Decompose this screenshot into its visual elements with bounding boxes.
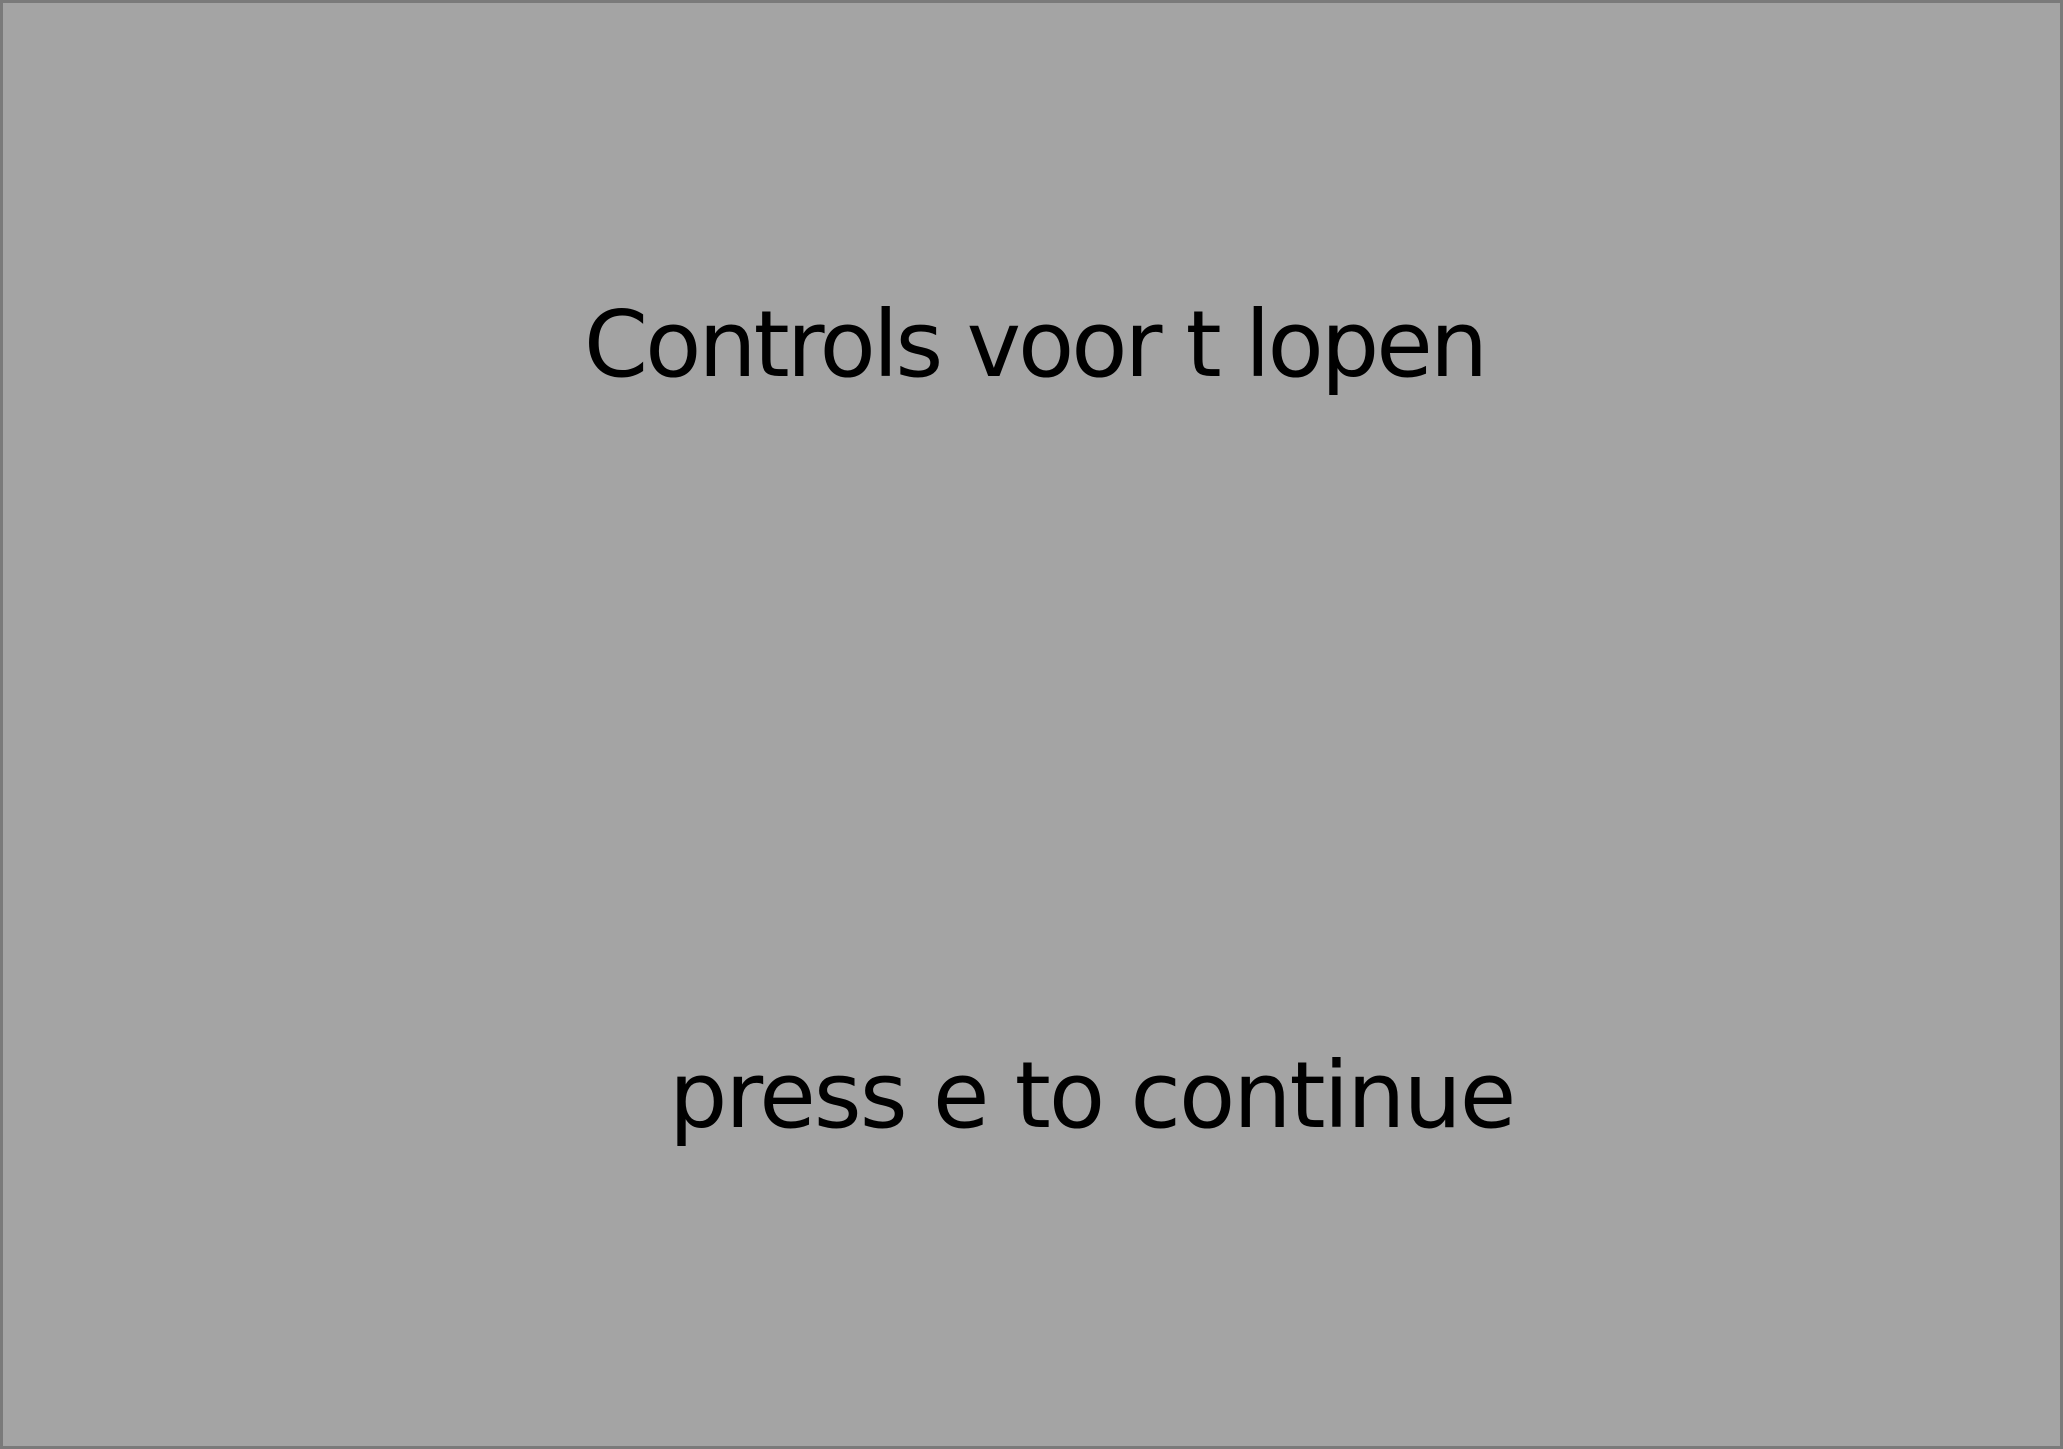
screen-title: Controls voor t lopen xyxy=(583,291,1488,398)
controls-screen: Controls voor t lopen press e to continu… xyxy=(0,0,2063,1449)
continue-prompt: press e to continue xyxy=(669,1042,1516,1149)
